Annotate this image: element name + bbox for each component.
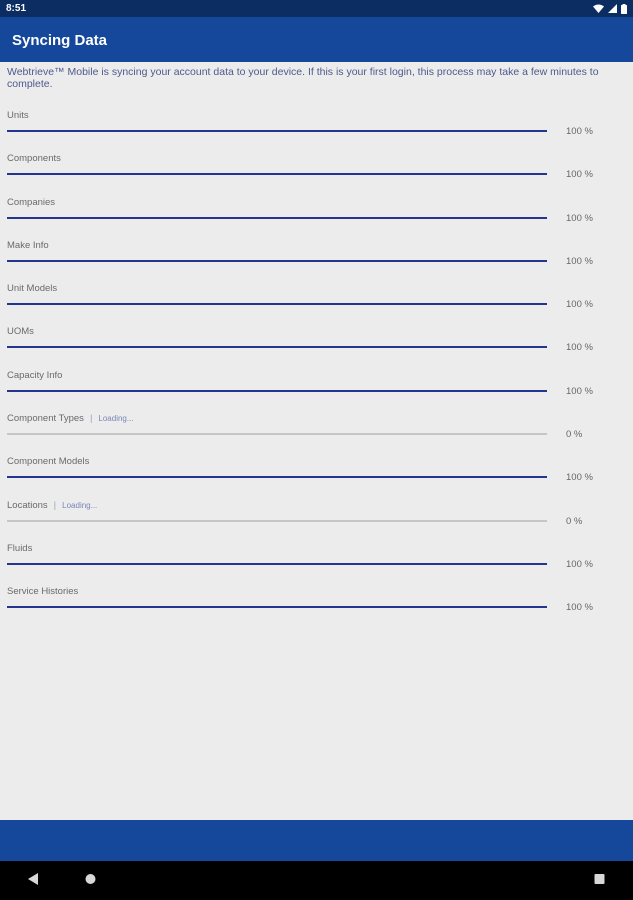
progress-percent: 0 % [566, 429, 583, 441]
recents-icon[interactable] [594, 873, 605, 885]
sync-item-label-group: Units [7, 110, 29, 121]
progress-percent: 100 % [566, 255, 593, 267]
sync-item: Unit Models 100 % [0, 282, 633, 325]
progress-percent: 100 % [566, 472, 593, 484]
status-icons [593, 2, 627, 15]
progress-percent: 100 % [566, 558, 593, 570]
sync-item-label-group: Service Histories [7, 586, 78, 597]
navigation-bar [0, 861, 633, 900]
sync-item-label: Unit Models [7, 283, 58, 295]
app-bar: Syncing Data [0, 17, 633, 62]
progress-percent: 100 % [566, 342, 593, 354]
wifi-icon [593, 4, 604, 13]
progress-fill [7, 303, 547, 306]
progress-bar [7, 216, 547, 219]
progress-fill [7, 476, 547, 479]
progress-bar [7, 303, 547, 306]
sync-item: Component Models 100 % [0, 455, 633, 498]
status-bar: 8:51 [0, 0, 633, 17]
sync-item-label-group: Make Info [7, 240, 49, 251]
sync-item: Capacity Info 100 % [0, 369, 633, 412]
sync-item-label-group: Capacity Info [7, 370, 62, 381]
progress-bar [7, 562, 547, 565]
sync-item-label-group: Component Types | Loading... [7, 413, 134, 424]
sync-item-label: UOMs [7, 326, 34, 338]
progress-fill [7, 216, 547, 219]
progress-fill [7, 173, 547, 176]
sync-item-label-group: Component Models [7, 456, 89, 467]
sync-item-label-group: UOMs [7, 326, 34, 337]
sync-item: Service Histories 100 % [0, 585, 633, 628]
sync-description: Webtrieve™ Mobile is syncing your accoun… [7, 66, 599, 90]
progress-percent: 100 % [566, 602, 593, 614]
progress-percent: 100 % [566, 126, 593, 137]
progress-percent: 0 % [566, 515, 583, 527]
sync-item: Units 100 % [0, 109, 633, 152]
sync-item-label-group: Fluids [7, 543, 32, 554]
sync-item-label: Locations [7, 499, 48, 511]
sync-item-label: Component Models [7, 456, 90, 468]
progress-fill [7, 606, 547, 609]
status-separator: | [89, 413, 93, 425]
sync-item-label: Component Types [7, 413, 84, 425]
sync-item-status: Loading... [62, 500, 98, 510]
progress-percent: 100 % [566, 212, 593, 224]
sync-item-label: Companies [7, 196, 56, 208]
sync-progress-list: Units 100 % Components 100 % Companies 100 % M… [0, 109, 633, 629]
progress-bar [7, 389, 547, 392]
progress-percent: 100 % [566, 169, 593, 181]
sync-item-label: Units [7, 110, 29, 121]
sync-item-label-group: Unit Models [7, 283, 57, 294]
progress-bar [7, 173, 547, 176]
home-icon[interactable] [85, 873, 96, 885]
sync-item-label-group: Locations | Loading... [7, 500, 97, 511]
progress-bar [7, 606, 547, 609]
sync-item-label: Make Info [7, 239, 49, 251]
bottom-bar [0, 820, 633, 861]
progress-bar [7, 476, 547, 479]
sync-item: Components 100 % [0, 152, 633, 195]
progress-percent: 100 % [566, 299, 593, 311]
progress-fill [7, 130, 547, 132]
progress-fill [7, 389, 547, 392]
back-icon[interactable] [28, 873, 38, 885]
progress-fill [7, 562, 547, 565]
status-separator: | [53, 499, 57, 511]
sync-item-label: Capacity Info [7, 369, 63, 381]
sync-item: UOMs 100 % [0, 325, 633, 368]
battery-icon [621, 3, 627, 14]
sync-item: Fluids 100 % [0, 542, 633, 585]
sync-item-label-group: Components [7, 153, 61, 164]
sync-item: Locations | Loading... 0 % [0, 499, 633, 542]
progress-fill [7, 346, 547, 349]
sync-item: Component Types | Loading... 0 % [0, 412, 633, 455]
progress-fill [7, 259, 547, 262]
sync-item-label: Fluids [7, 542, 33, 554]
sync-item: Companies 100 % [0, 196, 633, 239]
sync-item-status: Loading... [98, 414, 134, 424]
progress-bar [7, 259, 547, 262]
progress-bar [7, 433, 547, 436]
page-title: Syncing Data [12, 32, 108, 49]
signal-icon [608, 4, 617, 13]
sync-item: Make Info 100 % [0, 239, 633, 282]
status-time: 8:51 [6, 3, 27, 14]
progress-percent: 100 % [566, 385, 593, 397]
progress-bar [7, 346, 547, 349]
sync-item-label-group: Companies [7, 197, 55, 208]
progress-bar [7, 130, 547, 132]
progress-bar [7, 519, 547, 522]
sync-item-label: Service Histories [7, 586, 79, 598]
sync-item-label: Components [7, 153, 61, 165]
